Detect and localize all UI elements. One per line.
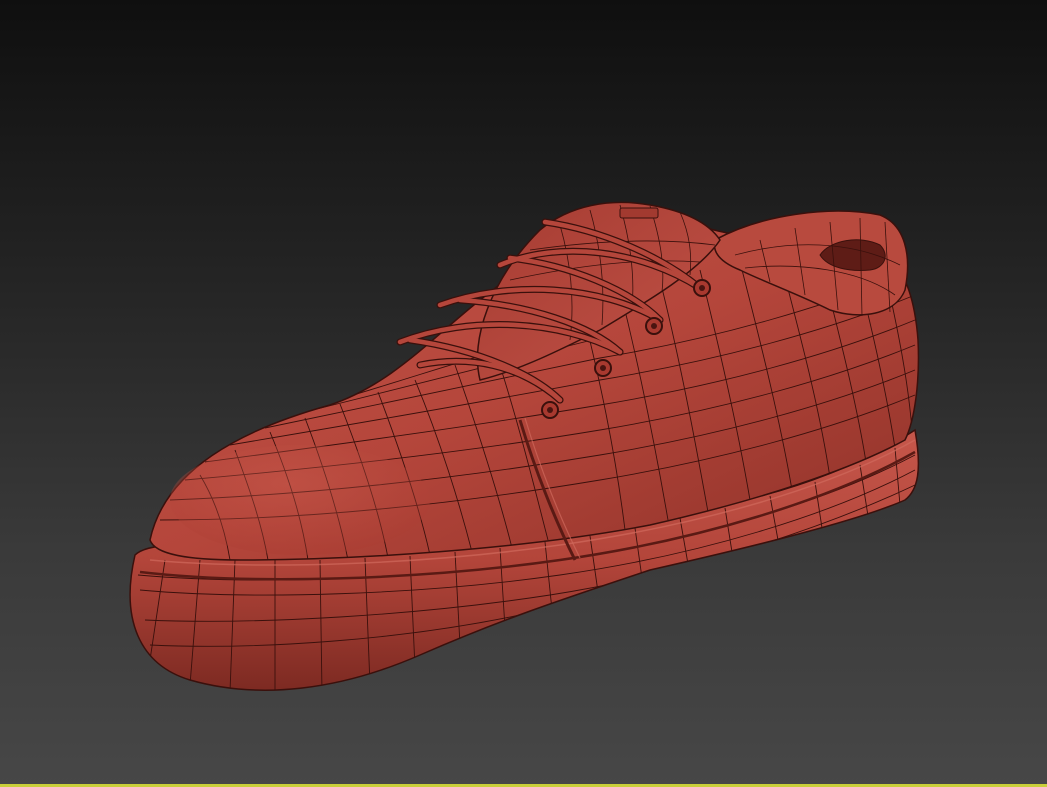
perspective-viewport[interactable]	[0, 0, 1047, 787]
toe-cap	[170, 445, 430, 555]
shoe-3d-model[interactable]	[0, 0, 1047, 787]
